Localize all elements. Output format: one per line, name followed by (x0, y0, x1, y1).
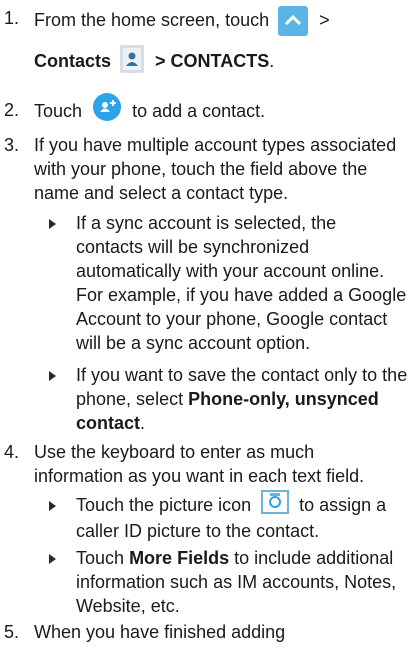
step-1-separator: > (319, 9, 330, 30)
more-fields-label: More Fields (129, 548, 230, 568)
contacts-label: Contacts (34, 50, 112, 71)
up-arrow-icon (278, 6, 309, 36)
step-3-text: If you have multiple account types assoc… (34, 135, 397, 203)
step-number: 2. (4, 100, 20, 120)
bullet-text: If you want to save the contact only to … (76, 363, 408, 435)
bullet-text: Touch the picture icon to assign a calle… (76, 490, 408, 543)
bullet-arrow-icon (49, 219, 56, 229)
step-number: 1. (4, 8, 20, 28)
add-contact-icon (93, 93, 122, 121)
step-1-prefix: From the home screen, touch (34, 9, 270, 30)
bullet-prefix: Touch the picture icon (76, 495, 252, 515)
bullet-prefix: Touch (76, 548, 125, 568)
step-2-prefix: Touch (34, 100, 83, 121)
step-number: 4. (4, 442, 20, 462)
bullet-suffix: . (140, 413, 146, 433)
step-number: 3. (4, 135, 20, 155)
step-2-suffix: to add a contact. (132, 100, 266, 121)
instruction-document: 1. From the home screen, touch > Contact… (0, 0, 412, 647)
bullet-text: Touch More Fields to include additional … (76, 546, 408, 618)
bullet-arrow-icon (49, 554, 56, 564)
step-2-text: Touch to add a contact. (34, 93, 404, 126)
step-number: 5. (4, 622, 20, 642)
step-5-text: When you have finished adding (34, 622, 286, 642)
contacts-tab-label: > CONTACTS (155, 50, 270, 71)
camera-icon (260, 489, 290, 515)
step-4-text: Use the keyboard to enter as much inform… (34, 442, 365, 486)
contacts-icon (120, 45, 145, 73)
step-1-period: . (269, 50, 275, 71)
bullet-suffix: to include additional information such a… (76, 548, 397, 616)
bullet-arrow-icon (49, 501, 56, 511)
step-1-text: From the home screen, touch > Contacts >… (34, 6, 404, 76)
bullet-text: If a sync account is selected, the conta… (76, 213, 407, 353)
bullet-arrow-icon (49, 371, 56, 381)
